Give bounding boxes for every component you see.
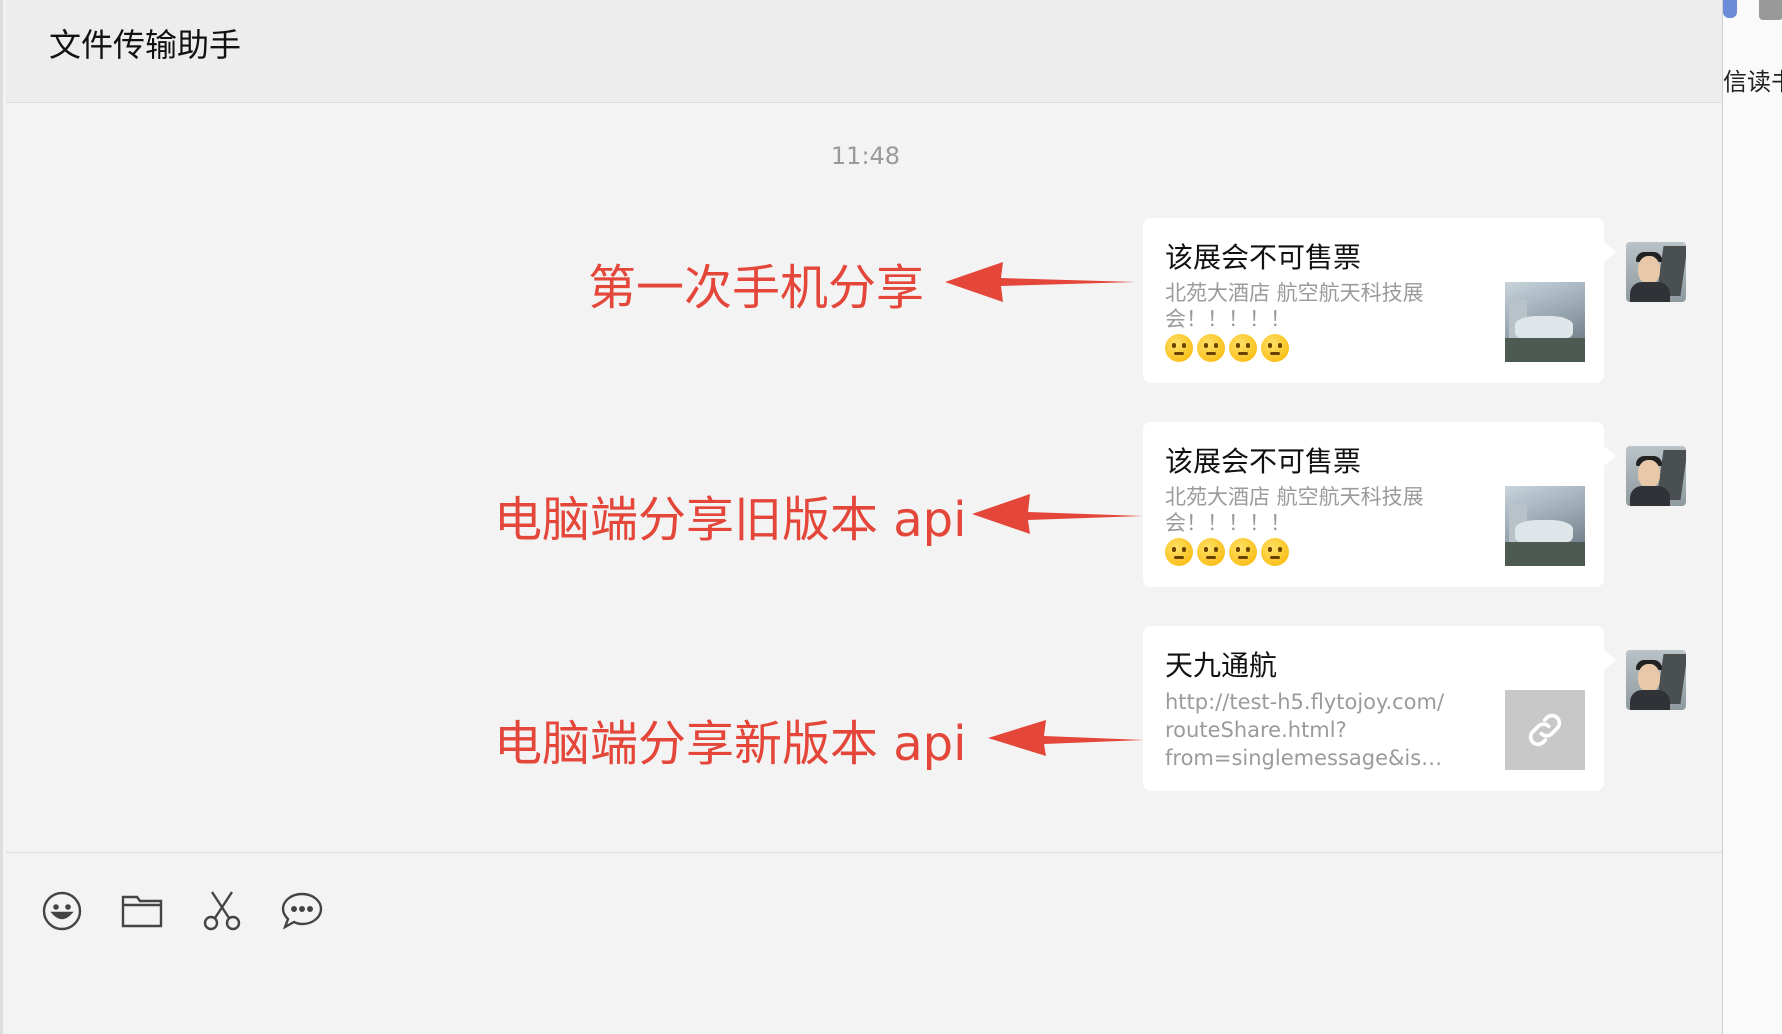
link-card-message[interactable]: 该展会不可售票 北苑大酒店 航空航天科技展 会！！！！！ bbox=[1143, 218, 1616, 383]
background-window: 信读书 bbox=[1722, 0, 1782, 1034]
link-icon bbox=[1528, 713, 1562, 747]
card-desc-line: 北苑大酒店 航空航天科技展 bbox=[1165, 281, 1424, 305]
avatar[interactable] bbox=[1626, 446, 1686, 506]
card-thumbnail bbox=[1505, 486, 1585, 566]
card-desc-line: routeShare.html? bbox=[1165, 718, 1347, 742]
annotation-arrow bbox=[972, 494, 1143, 534]
card-desc-line: 会！！！！！ bbox=[1165, 307, 1291, 331]
smirk-emoji-icon bbox=[1229, 538, 1257, 566]
card-desc-line: 北苑大酒店 航空航天科技展 bbox=[1165, 485, 1424, 509]
chat-header: 文件传输助手 bbox=[6, 0, 1725, 103]
message-timestamp: 11:48 bbox=[830, 142, 901, 170]
link-card-message[interactable]: 天九通航 http://test-h5.flytojoy.com/ routeS… bbox=[1143, 626, 1616, 791]
chat-history-button[interactable] bbox=[280, 889, 324, 933]
annotation-label: 电脑端分享新版本 api bbox=[494, 716, 967, 772]
smirk-emoji-icon bbox=[1229, 334, 1257, 362]
emoji-row bbox=[1165, 334, 1455, 362]
message-input-area[interactable] bbox=[6, 852, 1725, 1034]
annotation-arrow bbox=[945, 262, 1136, 302]
message-list[interactable]: 11:48 该展会不可售票 北苑大酒店 航空航天科技展 会！！！！！ 该展会不可… bbox=[6, 104, 1725, 852]
smirk-emoji-icon bbox=[1261, 334, 1289, 362]
link-thumbnail bbox=[1505, 690, 1585, 770]
card-desc-line: from=singlemessage&isappi... bbox=[1165, 746, 1455, 770]
card-description: 北苑大酒店 航空航天科技展 会！！！！！ bbox=[1165, 484, 1455, 566]
avatar[interactable] bbox=[1626, 650, 1686, 710]
emoji-row bbox=[1165, 538, 1455, 566]
annotation-arrow bbox=[988, 720, 1144, 756]
card-desc-line: 会！！！！！ bbox=[1165, 511, 1291, 535]
smirk-emoji-icon bbox=[1165, 538, 1193, 566]
card-description: 北苑大酒店 航空航天科技展 会！！！！！ bbox=[1165, 280, 1455, 362]
send-file-button[interactable] bbox=[120, 889, 164, 933]
avatar[interactable] bbox=[1626, 242, 1686, 302]
background-window-text: 信读书 bbox=[1723, 68, 1782, 96]
chat-window: 文件传输助手 11:48 该展会不可售票 北苑大酒店 航空航天科技展 会！！！！… bbox=[0, 0, 1725, 1034]
scissors-icon bbox=[203, 891, 241, 931]
screenshot-button[interactable] bbox=[200, 889, 244, 933]
smirk-emoji-icon bbox=[1165, 334, 1193, 362]
app-icon bbox=[1759, 0, 1782, 20]
chat-title: 文件传输助手 bbox=[49, 26, 242, 64]
card-desc-line: http://test-h5.flytojoy.com/ bbox=[1165, 690, 1445, 714]
annotation-label: 第一次手机分享 bbox=[588, 260, 925, 316]
app-icon bbox=[1723, 0, 1737, 18]
card-title: 天九通航 bbox=[1165, 649, 1278, 682]
annotation-label: 电脑端分享旧版本 api bbox=[494, 492, 967, 548]
card-description: http://test-h5.flytojoy.com/ routeShare.… bbox=[1165, 688, 1455, 772]
smirk-emoji-icon bbox=[1197, 538, 1225, 566]
link-card-message[interactable]: 该展会不可售票 北苑大酒店 航空航天科技展 会！！！！！ bbox=[1143, 422, 1616, 587]
emoji-button[interactable] bbox=[40, 889, 84, 933]
folder-icon bbox=[121, 895, 163, 928]
smirk-emoji-icon bbox=[1261, 538, 1289, 566]
card-title: 该展会不可售票 bbox=[1165, 241, 1362, 274]
card-title: 该展会不可售票 bbox=[1165, 445, 1362, 478]
chat-bubble-icon bbox=[281, 892, 323, 930]
emoji-icon bbox=[42, 891, 82, 931]
card-thumbnail bbox=[1505, 282, 1585, 362]
smirk-emoji-icon bbox=[1197, 334, 1225, 362]
